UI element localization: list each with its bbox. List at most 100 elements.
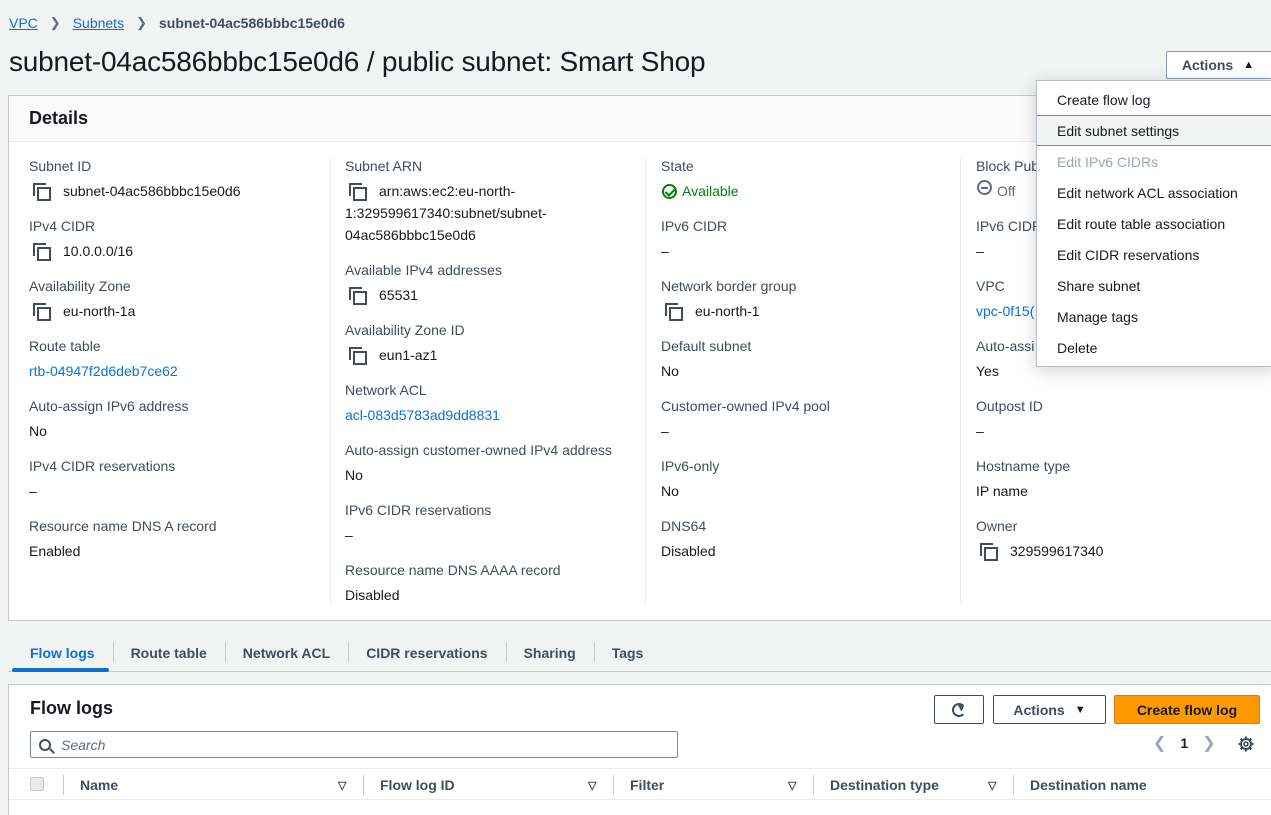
vpc-link[interactable]: vpc-0f15( — [976, 300, 1034, 322]
block-public-access-field: Block Pub Off — [976, 158, 1039, 202]
outpost-id-field: Outpost ID – — [976, 398, 1043, 442]
breadcrumb-subnets-link[interactable]: Subnets — [73, 15, 124, 31]
network-border-group-field: Network border group eu-north-1 — [661, 278, 796, 322]
create-flow-log-button[interactable]: Create flow log — [1114, 695, 1260, 724]
copy-icon[interactable] — [349, 183, 367, 201]
column-divider — [813, 775, 814, 795]
copy-icon[interactable] — [665, 303, 683, 321]
search-field[interactable] — [30, 731, 678, 758]
copy-icon[interactable] — [33, 183, 51, 201]
copy-icon[interactable] — [349, 287, 367, 305]
ipv6-only-field: IPv6-only No — [661, 458, 719, 502]
auto-assign-ipv6-value: No — [29, 423, 47, 439]
copy-icon[interactable] — [33, 303, 51, 321]
breadcrumb-vpc-link[interactable]: VPC — [9, 15, 38, 31]
network-acl-label: Network ACL — [345, 382, 427, 398]
availability-zone-id-label: Availability Zone ID — [345, 322, 465, 338]
ipv6-only-value: No — [661, 483, 679, 499]
tab-bar: Flow logs Route table Network ACL CIDR r… — [8, 634, 1271, 672]
ipv6-cidr-label: IPv6 CIDR — [661, 218, 728, 234]
network-border-group-label: Network border group — [661, 278, 797, 294]
tab-sharing[interactable]: Sharing — [505, 634, 594, 671]
ipv6-cidr-reservations-label: IPv6 CIDR reservations — [345, 502, 492, 518]
hostname-type-label: Hostname type — [976, 458, 1071, 474]
column-header-destination-name[interactable]: Destination name — [1030, 769, 1230, 801]
default-subnet-field: Default subnet No — [661, 338, 751, 382]
dns64-field: DNS64 Disabled — [661, 518, 715, 562]
auto-assign-ipv6-field: Auto-assign IPv6 address No — [29, 398, 189, 442]
auto-assign-customer-ipv4-field: Auto-assign customer-owned IPv4 address … — [345, 442, 612, 486]
tab-flow-logs[interactable]: Flow logs — [8, 634, 113, 672]
sort-icon: ▽ — [588, 779, 597, 792]
menu-item-edit-route-table-association[interactable]: Edit route table association — [1037, 208, 1271, 239]
tab-network-acl[interactable]: Network ACL — [224, 634, 348, 671]
sort-icon: ▽ — [788, 779, 797, 792]
column-divider — [63, 775, 64, 795]
actions-button[interactable]: Actions ▲ — [1166, 51, 1271, 79]
network-border-group-value: eu-north-1 — [695, 303, 760, 319]
network-acl-field: Network ACL acl-083d5783ad9dd8831 — [345, 382, 500, 426]
route-table-link[interactable]: rtb-04947f2d6deb7ce62 — [29, 360, 178, 382]
sort-icon: ▽ — [988, 779, 997, 792]
refresh-icon — [952, 702, 966, 717]
column-header-destination-type[interactable]: Destination type ▽ — [830, 769, 1010, 801]
owner-field: Owner 329599617340 — [976, 518, 1103, 562]
dns64-label: DNS64 — [661, 518, 707, 534]
actions-menu: Create flow log Edit subnet settings Edi… — [1036, 80, 1271, 367]
copy-icon[interactable] — [349, 347, 367, 365]
tab-cidr-reservations[interactable]: CIDR reservations — [348, 634, 505, 671]
availability-zone-id-value: eun1-az1 — [379, 347, 438, 363]
flow-logs-panel: Flow logs Actions ▼ Create flow log ❮ 1 … — [8, 684, 1271, 815]
column-divider — [1013, 775, 1014, 795]
dns-a-record-field: Resource name DNS A record Enabled — [29, 518, 217, 562]
chevron-right-icon: ❯ — [136, 15, 147, 30]
menu-item-edit-subnet-settings[interactable]: Edit subnet settings — [1037, 115, 1271, 146]
menu-item-create-flow-log[interactable]: Create flow log — [1037, 84, 1271, 115]
hostname-type-field: Hostname type IP name — [976, 458, 1070, 502]
route-table-label: Route table — [29, 338, 101, 354]
tab-tags[interactable]: Tags — [593, 634, 662, 671]
dns-a-record-value: Enabled — [29, 543, 81, 559]
menu-item-edit-cidr-reservations[interactable]: Edit CIDR reservations — [1037, 239, 1271, 270]
page-number[interactable]: 1 — [1174, 735, 1194, 751]
default-subnet-label: Default subnet — [661, 338, 752, 354]
column-header-destination-name-label: Destination name — [1030, 777, 1147, 793]
menu-item-delete[interactable]: Delete — [1037, 332, 1271, 363]
menu-item-edit-network-acl-association[interactable]: Edit network ACL association — [1037, 177, 1271, 208]
ipv4-cidr-reservations-field: IPv4 CIDR reservations – — [29, 458, 175, 502]
chevron-right-icon[interactable]: ❯ — [1194, 733, 1223, 753]
search-input[interactable] — [61, 736, 641, 753]
column-divider — [960, 158, 961, 603]
subnet-arn-line-3: 04ac586bbbc15e0d6 — [345, 227, 476, 243]
copy-icon[interactable] — [33, 243, 51, 261]
auto-assign-label: Auto-assi — [976, 338, 1035, 354]
column-header-name[interactable]: Name ▽ — [80, 769, 360, 801]
auto-assign-customer-ipv4-label: Auto-assign customer-owned IPv4 address — [345, 442, 612, 458]
availability-zone-value: eu-north-1a — [63, 303, 136, 319]
column-header-flow-log-id[interactable]: Flow log ID ▽ — [380, 769, 610, 801]
auto-assign-value: Yes — [976, 363, 999, 379]
pagination: ❮ 1 ❯ — [1145, 733, 1224, 753]
chevron-right-icon: ❯ — [49, 15, 61, 30]
column-divider — [330, 158, 331, 603]
tab-route-table[interactable]: Route table — [112, 634, 225, 671]
ipv6-only-label: IPv6-only — [661, 458, 720, 474]
flow-actions-button[interactable]: Actions ▼ — [993, 695, 1106, 724]
refresh-button[interactable] — [934, 695, 984, 724]
ipv6-cidr-value-2: – — [976, 243, 984, 259]
subnet-arn-label: Subnet ARN — [345, 158, 423, 174]
route-table-field: Route table rtb-04947f2d6deb7ce62 — [29, 338, 178, 382]
subnet-arn-line-1: arn:aws:ec2:eu-north- — [379, 183, 516, 199]
subnet-id-value: subnet-04ac586bbbc15e0d6 — [63, 183, 241, 199]
copy-icon[interactable] — [980, 543, 998, 561]
menu-item-share-subnet[interactable]: Share subnet — [1037, 270, 1271, 301]
chevron-left-icon[interactable]: ❮ — [1145, 733, 1174, 753]
block-public-access-label: Block Pub — [976, 158, 1040, 174]
column-header-filter[interactable]: Filter ▽ — [630, 769, 810, 801]
menu-item-manage-tags[interactable]: Manage tags — [1037, 301, 1271, 332]
gear-icon[interactable] — [1238, 736, 1254, 752]
ipv4-cidr-reservations-value: – — [29, 483, 37, 499]
ipv6-cidr-reservations-value: – — [345, 527, 353, 543]
available-ipv4-value: 65531 — [379, 287, 418, 303]
network-acl-link[interactable]: acl-083d5783ad9dd8831 — [345, 404, 500, 426]
